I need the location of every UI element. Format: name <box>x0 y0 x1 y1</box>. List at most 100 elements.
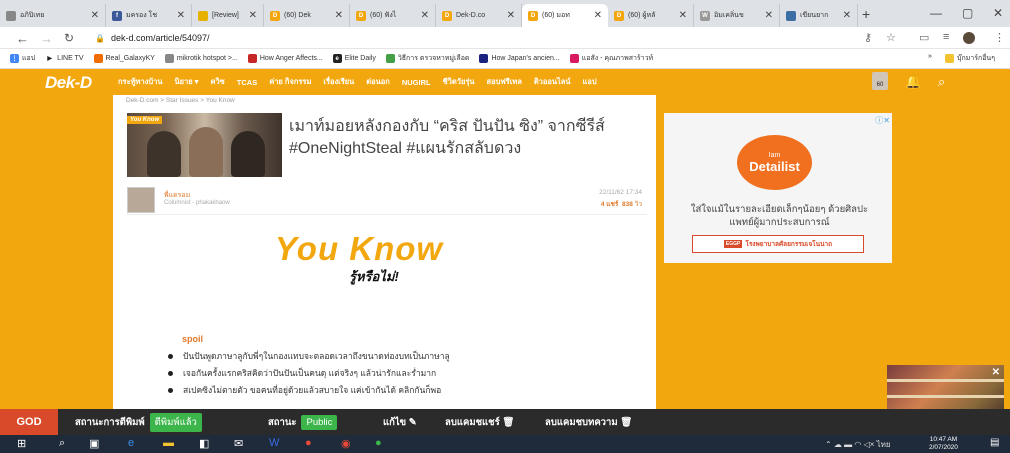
bookmark-linetv[interactable]: ▶ LINE TV <box>45 54 84 63</box>
ad-logo-top: Iam <box>768 151 781 159</box>
close-icon[interactable]: ✕ <box>331 10 343 21</box>
system-tray[interactable]: ⌃ ☁ ▬ ◠ ◁× ไทย <box>825 438 891 451</box>
browser-tab[interactable]: D (60) ผู้หลั ✕ <box>608 4 694 27</box>
bookmarks-more-button[interactable]: » <box>928 53 932 60</box>
chrome-icon[interactable]: ◉ <box>341 437 351 450</box>
tab-label: (60) มอท <box>542 12 570 19</box>
maximize-button[interactable]: ▢ <box>962 6 973 20</box>
windows-start-icon[interactable]: ⊞ <box>17 437 26 450</box>
browser-tab[interactable]: [Review] ✕ <box>192 4 264 27</box>
article-date: 22/11/62 17:34 <box>599 189 642 196</box>
edit-button[interactable]: แก้ไข ✎ <box>383 409 417 435</box>
nav-item[interactable]: ติวออนไลน์ <box>534 76 571 88</box>
close-window-button[interactable]: ✕ <box>993 6 1003 20</box>
browser-tab[interactable]: W อิมเคลิ่นข ✕ <box>694 4 780 27</box>
browser-tab[interactable]: f มครอง โช ✕ <box>106 4 192 27</box>
nav-item[interactable]: นิยาย ▾ <box>174 76 198 88</box>
menu-icon[interactable]: ⋮ <box>994 31 1005 44</box>
browser-tab[interactable]: D (60) ฟังไ ✕ <box>350 4 436 27</box>
trash-icon: 🗑 <box>620 416 633 428</box>
extension-icon[interactable]: ≡ <box>943 31 949 43</box>
ad-cta-button[interactable]: EGGP โรงพยาบาลศัลยกรรมเจโนนาถ <box>692 235 864 253</box>
nav-item[interactable]: ชีวิตวัยรุ่น <box>443 76 475 88</box>
profile-avatar[interactable] <box>963 32 975 44</box>
forward-arrow-icon[interactable]: → <box>40 31 53 46</box>
minimize-button[interactable]: — <box>930 6 942 20</box>
search-icon[interactable]: ⌕ <box>938 74 945 90</box>
other-bookmarks[interactable]: บุ๊กมาร์กอื่นๆ <box>945 53 995 64</box>
clock[interactable]: 10:47 AM 2/07/2020 <box>929 436 958 452</box>
back-arrow-icon[interactable]: ← <box>16 31 29 46</box>
god-badge[interactable]: GOD <box>0 409 58 435</box>
close-icon[interactable]: ✕ <box>87 10 99 21</box>
windows-taskbar: ⊞ ⌕ ▣ e ▬ ◧ ✉ W ● ◉ ● ⌃ ☁ ▬ ◠ ◁× ไทย 10:… <box>0 435 1010 453</box>
new-tab-button[interactable]: + <box>862 6 870 22</box>
browser-tab-active[interactable]: D (60) มอท ✕ <box>522 4 608 27</box>
ad-banner[interactable]: ⓘ✕ Iam Detailist ใส่ใจแม้ในรายละเอียดเล็… <box>664 113 892 263</box>
tab-label: (60) Dek <box>284 12 311 19</box>
browser-tab[interactable]: อภิปิเทย ✕ <box>0 4 106 27</box>
author-avatar[interactable] <box>127 187 155 213</box>
close-icon[interactable]: ✕ <box>590 10 602 21</box>
lock-icon: 🔒 <box>95 33 105 43</box>
line-icon[interactable]: ● <box>375 437 382 449</box>
reload-icon[interactable]: ↻ <box>64 31 74 45</box>
close-icon[interactable]: ✕ <box>761 10 773 21</box>
nav-item[interactable]: แอป <box>583 76 597 88</box>
close-icon[interactable]: ✕ <box>992 367 1000 378</box>
mail-icon[interactable]: ✉ <box>234 437 243 450</box>
print-status-label: สถานะการตีพิมพ์ <box>75 416 145 428</box>
bookmark-japan[interactable]: How Japan's ancien... <box>479 54 560 63</box>
close-icon[interactable]: ✕ <box>503 10 515 21</box>
nav-item[interactable]: NUGIRL <box>402 78 431 87</box>
bookmark-mikrotik[interactable]: mikrotik hotspot >... <box>164 54 238 63</box>
close-icon[interactable]: ✕ <box>245 10 257 21</box>
print-status: สถานะการตีพิมพ์ ตีพิมพ์แล้ว <box>75 409 202 435</box>
bookmark-anger[interactable]: How Anger Affects... <box>247 54 323 63</box>
notifications-icon[interactable]: ▤ <box>990 437 999 448</box>
nav-item[interactable]: เรื่องเรียน <box>323 76 354 88</box>
edge-icon[interactable]: e <box>128 437 134 449</box>
bell-icon[interactable]: 🔔 <box>905 74 921 90</box>
url-field[interactable]: 🔒 dek-d.com/article/54097/ <box>95 30 835 46</box>
user-avatar[interactable]: 60 <box>872 72 888 90</box>
breadcrumb[interactable]: Dek-D.com > Star Issues > You Know <box>126 97 235 104</box>
nav-item[interactable]: ค่าย กิจกรรม <box>269 76 311 88</box>
tab-label: เขียนยาก <box>800 12 829 19</box>
bookmark-galaxy[interactable]: Real_GalaxyKY <box>93 54 155 63</box>
key-icon[interactable]: ⚷ <box>864 31 872 44</box>
print-status-pill[interactable]: ตีพิมพ์แล้ว <box>149 412 202 432</box>
search-icon[interactable]: ⌕ <box>59 437 65 450</box>
bookmark-blood[interactable]: วิธีการ ตรวจหาหมู่เลือด <box>385 53 469 64</box>
close-icon[interactable]: ✕ <box>675 10 687 21</box>
browser-tab[interactable]: D (60) Dek ✕ <box>264 4 350 27</box>
delete-article-button[interactable]: ลบแคมชบทความ 🗑 <box>545 409 632 435</box>
close-icon[interactable]: ✕ <box>839 10 851 21</box>
nav-item[interactable]: ต่อนอก <box>366 76 390 88</box>
nav-item[interactable]: กระทู้ทางบ้าน <box>118 76 162 88</box>
browser-tab[interactable]: เขียนยาก ✕ <box>780 4 858 27</box>
cast-icon[interactable]: ▭ <box>919 31 929 44</box>
ad-logo: Iam Detailist <box>737 135 812 190</box>
word-icon[interactable]: W <box>269 437 279 449</box>
nav-item[interactable]: สอบฟรีเทล <box>487 76 522 88</box>
site-logo[interactable]: Dek-D <box>45 73 92 93</box>
file-explorer-icon[interactable]: ▬ <box>163 437 174 449</box>
bookmark-apps[interactable]: ⋮ แอป <box>10 53 35 64</box>
star-icon[interactable]: ☆ <box>886 31 896 44</box>
ad-close-icon[interactable]: ⓘ✕ <box>875 115 890 126</box>
delete-share-button[interactable]: ลบแคมชแชร์ 🗑 <box>445 409 514 435</box>
bookmark-label: แอสัง - คุณภาพสาร้าวท์ <box>581 55 654 62</box>
bookmark-quality[interactable]: แอสัง - คุณภาพสาร้าวท์ <box>569 53 654 64</box>
browser-tab[interactable]: D Dek-D.co ✕ <box>436 4 522 27</box>
nav-item[interactable]: TCAS <box>237 78 257 87</box>
close-icon[interactable]: ✕ <box>173 10 185 21</box>
task-view-icon[interactable]: ▣ <box>89 437 99 450</box>
language-indicator[interactable]: ไทย <box>877 440 891 449</box>
powerpoint-icon[interactable]: ● <box>305 437 312 449</box>
close-icon[interactable]: ✕ <box>417 10 429 21</box>
nav-item[interactable]: ควิซ <box>210 76 224 88</box>
store-icon[interactable]: ◧ <box>199 437 209 450</box>
bookmark-elite[interactable]: e Elite Daily <box>332 54 376 63</box>
publish-status-pill[interactable]: Public <box>301 414 338 430</box>
